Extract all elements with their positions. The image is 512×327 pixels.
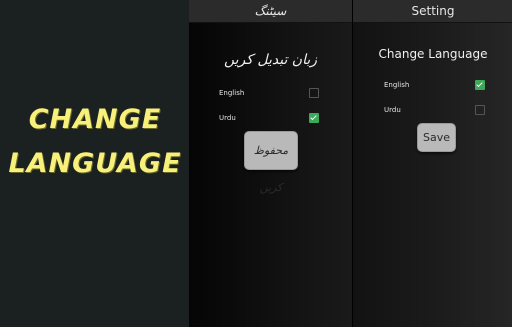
english-app-bar: Setting: [353, 0, 512, 23]
urdu-app-bar: سیٹنگ: [189, 0, 352, 23]
english-settings-screen: Setting Change Language English Urdu Sav…: [352, 0, 512, 327]
urdu-save-button[interactable]: محفوظ کریں: [244, 131, 298, 194]
english-change-language-heading: Change Language: [378, 47, 488, 61]
english-option-english-label: English: [384, 81, 410, 89]
urdu-english-checkbox[interactable]: [309, 88, 319, 98]
urdu-option-english[interactable]: English: [189, 86, 352, 100]
urdu-change-language-heading: زبان تبدیل کریں: [223, 52, 318, 68]
english-save-button[interactable]: Save: [417, 123, 456, 152]
promo-line-change: CHANGE: [28, 104, 162, 135]
urdu-settings-screen: سیٹنگ زبان تبدیل کریں English Urdu محفوظ…: [189, 0, 352, 327]
promo-banner: CHANGE LANGUAGE: [0, 100, 190, 184]
urdu-option-urdu-label: Urdu: [219, 114, 236, 122]
screenshot-root: CHANGE LANGUAGE سیٹنگ زبان تبدیل کریں En…: [0, 0, 512, 327]
urdu-urdu-checkbox[interactable]: [309, 113, 319, 123]
urdu-option-urdu[interactable]: Urdu: [189, 111, 352, 125]
english-option-urdu[interactable]: Urdu: [353, 103, 512, 117]
english-urdu-checkbox[interactable]: [475, 105, 485, 115]
urdu-app-bar-title: سیٹنگ: [254, 4, 287, 18]
urdu-option-english-label: English: [219, 89, 245, 97]
english-app-bar-title: Setting: [411, 4, 455, 18]
english-option-urdu-label: Urdu: [384, 106, 401, 114]
english-english-checkbox[interactable]: [475, 80, 485, 90]
english-option-english[interactable]: English: [353, 78, 512, 92]
promo-line-language: LANGUAGE: [8, 148, 182, 179]
